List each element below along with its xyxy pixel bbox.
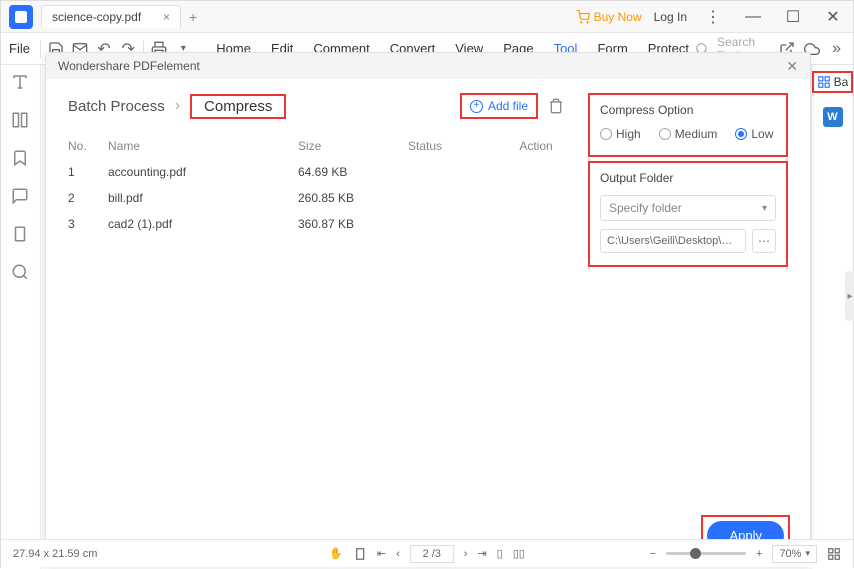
content-area: Wondershare PDFelement ✕ Batch Process ›…: [41, 65, 811, 569]
batch-process-title: Batch Process: [68, 98, 165, 115]
buy-now-link[interactable]: Buy Now: [576, 10, 642, 24]
chevron-down-icon: ▾: [762, 203, 767, 214]
folder-select[interactable]: Specify folder ▾: [600, 195, 776, 221]
add-tab-icon[interactable]: +: [189, 9, 197, 25]
next-page-icon[interactable]: ›: [464, 548, 468, 560]
output-folder-box: Output Folder Specify folder ▾ C:\Users\…: [588, 161, 788, 267]
modal-close-icon[interactable]: ✕: [786, 58, 798, 75]
scroll-mode-icon[interactable]: [353, 547, 367, 561]
statusbar: 27.94 x 21.59 cm ✋ ⇤ ‹ 2 /3 › ⇥ ▯ ▯▯ − +…: [1, 539, 853, 567]
table-row[interactable]: 2 bill.pdf 260.85 KB: [68, 185, 564, 211]
comment-icon[interactable]: [11, 187, 31, 207]
zoom-in-icon[interactable]: +: [756, 548, 762, 560]
file-table: No. Name Size Status Action 1 accounting…: [68, 133, 564, 237]
two-page-icon[interactable]: ▯▯: [513, 547, 525, 560]
expand-icon[interactable]: »: [828, 38, 845, 60]
output-folder-title: Output Folder: [600, 171, 776, 185]
table-header: No. Name Size Status Action: [68, 133, 564, 159]
word-icon[interactable]: W: [823, 107, 843, 127]
zoom-out-icon[interactable]: −: [650, 548, 656, 560]
more-icon[interactable]: ⋮: [699, 3, 727, 31]
compress-tab[interactable]: Compress: [190, 94, 286, 119]
batch-button[interactable]: Ba: [812, 71, 854, 93]
hand-tool-icon[interactable]: ✋: [329, 547, 343, 560]
prev-page-icon[interactable]: ‹: [396, 548, 400, 560]
radio-medium[interactable]: Medium: [659, 127, 718, 141]
file-menu[interactable]: File: [9, 41, 30, 56]
thumbnails-icon[interactable]: [11, 111, 31, 131]
page-dimensions: 27.94 x 21.59 cm: [13, 548, 97, 560]
left-sidebar: [1, 65, 41, 569]
close-window-icon[interactable]: ✕: [819, 3, 847, 31]
maximize-icon[interactable]: ☐: [779, 3, 807, 31]
search-panel-icon[interactable]: [11, 263, 31, 283]
chevron-right-icon: ›: [175, 97, 180, 115]
fit-page-icon[interactable]: [827, 547, 841, 561]
add-file-button[interactable]: + Add file: [460, 93, 538, 119]
bookmark-icon[interactable]: [11, 149, 31, 169]
single-page-icon[interactable]: ▯: [497, 547, 503, 560]
minimize-icon[interactable]: —: [739, 3, 767, 31]
attachment-icon[interactable]: [11, 225, 31, 245]
batch-modal: Wondershare PDFelement ✕ Batch Process ›…: [45, 52, 811, 565]
compress-option-box: Compress Option High Medium Low: [588, 93, 788, 157]
delete-icon[interactable]: [548, 98, 564, 114]
text-tool-icon[interactable]: [11, 73, 31, 93]
zoom-slider[interactable]: [666, 552, 746, 555]
table-row[interactable]: 1 accounting.pdf 64.69 KB: [68, 159, 564, 185]
folder-path-input[interactable]: C:\Users\Geili\Desktop\PDFelement\Out: [600, 229, 746, 253]
app-icon: [9, 5, 33, 29]
document-tab[interactable]: science-copy.pdf ×: [41, 5, 181, 28]
table-row[interactable]: 3 cad2 (1).pdf 360.87 KB: [68, 211, 564, 237]
page-input[interactable]: 2 /3: [410, 545, 454, 563]
plus-circle-icon: +: [470, 100, 483, 113]
file-list-panel: Batch Process › Compress + Add file: [68, 93, 564, 514]
expand-handle[interactable]: ▸: [845, 271, 854, 321]
modal-title: Wondershare PDFelement: [58, 59, 200, 73]
radio-high[interactable]: High: [600, 127, 641, 141]
grid-icon: [817, 75, 831, 89]
options-panel: Compress Option High Medium Low Output F…: [588, 93, 788, 514]
zoom-select[interactable]: 70%▾: [772, 545, 817, 563]
titlebar: science-copy.pdf × + Buy Now Log In ⋮ — …: [1, 1, 853, 33]
tab-title: science-copy.pdf: [52, 10, 141, 24]
cart-icon: [576, 10, 590, 24]
browse-button[interactable]: ⋯: [752, 229, 776, 253]
last-page-icon[interactable]: ⇥: [477, 547, 486, 560]
modal-header: Wondershare PDFelement ✕: [46, 53, 810, 79]
close-tab-icon[interactable]: ×: [163, 10, 170, 24]
first-page-icon[interactable]: ⇤: [377, 547, 386, 560]
compress-option-title: Compress Option: [600, 103, 776, 117]
login-link[interactable]: Log In: [654, 10, 687, 24]
radio-low[interactable]: Low: [735, 127, 773, 141]
